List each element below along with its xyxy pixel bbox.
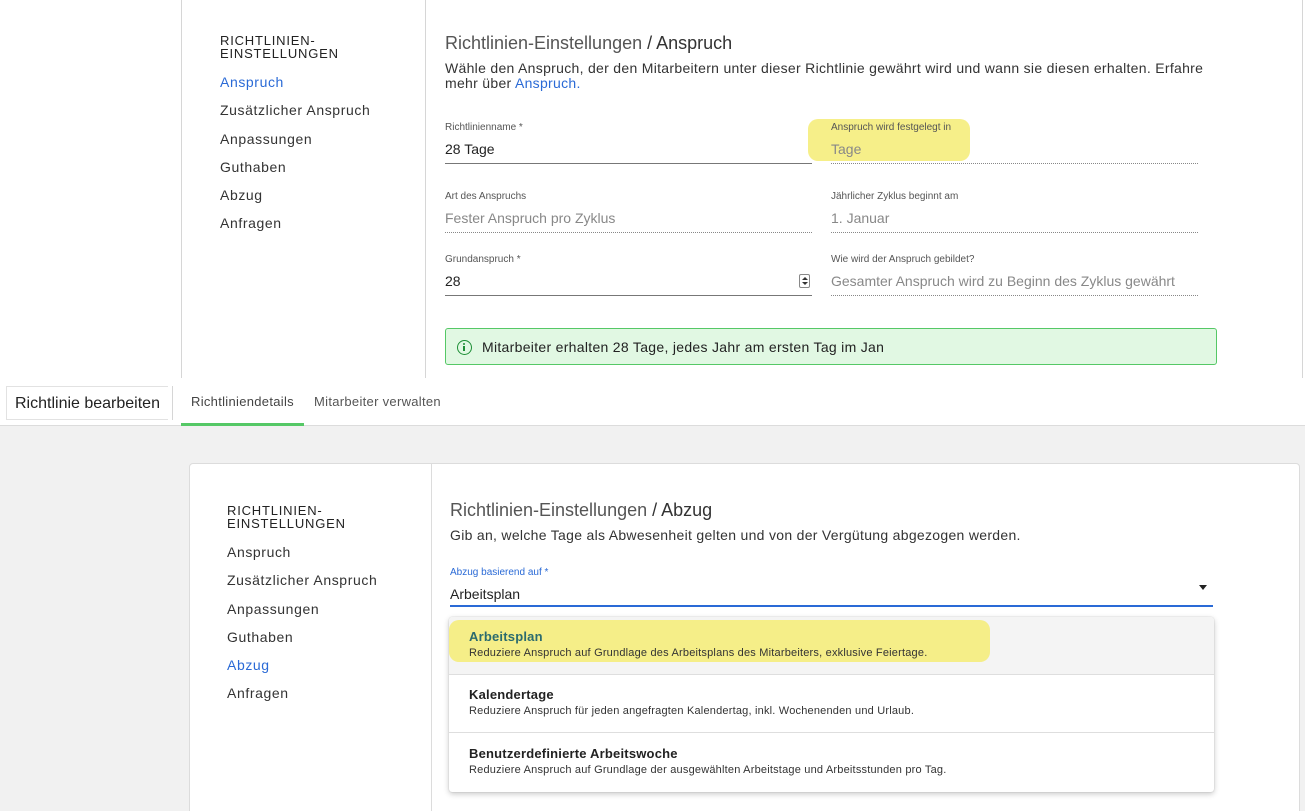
edit-policy-tabbar: Richtlinie bearbeiten Richtliniendetails… — [0, 378, 1305, 426]
option-description: Reduziere Anspruch auf Grundlage des Arb… — [469, 647, 928, 659]
entitlement-type-field: Art des Anspruchs Fester Anspruch pro Zy… — [445, 191, 812, 233]
section-description: Gib an, welche Tage als Abwesenheit gelt… — [450, 527, 1021, 543]
field-underline — [831, 163, 1198, 164]
deduction-basis-label: Abzug basierend auf * — [450, 567, 549, 578]
accrual-method-value: Gesamter Anspruch wird zu Beginn des Zyk… — [831, 273, 1175, 289]
nav-item-guthaben[interactable]: Guthaben — [227, 623, 427, 651]
nav-divider — [431, 464, 432, 811]
page-section-title: Richtlinien-Einstellungen / Abzug — [450, 500, 712, 521]
deduction-basis-value: Arbeitsplan — [450, 586, 521, 602]
deduction-basis-select[interactable]: Abzug basierend auf * Arbeitsplan — [450, 567, 1213, 607]
entitlement-type-value: Fester Anspruch pro Zyklus — [445, 210, 616, 226]
nav-item-zusaetzlicher-anspruch[interactable]: Zusätzlicher Anspruch — [220, 96, 420, 124]
field-underline-focused — [450, 605, 1213, 607]
cycle-start-field: Jährlicher Zyklus beginnt am 1. Januar — [831, 191, 1198, 233]
base-entitlement-field[interactable]: Grundanspruch * 28 — [445, 254, 812, 296]
accrual-method-label: Wie wird der Anspruch gebildet? — [831, 254, 975, 265]
entitlement-unit-label: Anspruch wird festgelegt in — [831, 122, 952, 133]
deduction-options-menu: Arbeitsplan Reduziere Anspruch auf Grund… — [449, 617, 1214, 792]
breadcrumb-current: Abzug — [661, 500, 713, 520]
tab-divider — [172, 386, 173, 420]
breadcrumb-separator: / — [642, 33, 657, 53]
option-title: Kalendertage — [469, 687, 554, 702]
entitlement-unit-value: Tage — [831, 141, 862, 157]
panel-right-border — [1302, 0, 1303, 378]
section-description: Wähle den Anspruch, der den Mitarbeitern… — [445, 61, 1205, 91]
number-stepper-icon[interactable] — [799, 274, 810, 288]
option-benutzerdefinierte-arbeitswoche[interactable]: Benutzerdefinierte Arbeitswoche Reduzier… — [449, 734, 1214, 792]
nav-item-anspruch[interactable]: Anspruch — [227, 538, 427, 566]
learn-more-link[interactable]: Anspruch. — [515, 75, 581, 91]
nav-item-anfragen[interactable]: Anfragen — [220, 209, 420, 237]
nav-item-guthaben[interactable]: Guthaben — [220, 153, 420, 181]
page-title: Richtlinie bearbeiten — [6, 386, 168, 420]
option-kalendertage[interactable]: Kalendertage Reduziere Anspruch für jede… — [449, 675, 1214, 733]
field-underline — [445, 163, 812, 164]
field-underline — [831, 232, 1198, 233]
nav-item-anfragen[interactable]: Anfragen — [227, 679, 427, 707]
nav-item-abzug[interactable]: Abzug — [220, 181, 420, 209]
alert-text: Mitarbeiter erhalten 28 Tage, jedes Jahr… — [482, 339, 885, 355]
breadcrumb-parent: Richtlinien-Einstellungen — [450, 500, 648, 520]
breadcrumb-current: Anspruch — [656, 33, 733, 53]
field-underline — [445, 295, 812, 296]
breadcrumb-separator: / — [647, 500, 662, 520]
settings-nav: RICHTLINIEN- EINSTELLUNGEN Anspruch Zusä… — [220, 34, 420, 238]
tab-richtliniendetails[interactable]: Richtliniendetails — [181, 378, 304, 426]
policy-name-value: 28 Tage — [445, 141, 495, 157]
entitlement-type-label: Art des Anspruchs — [445, 191, 527, 202]
nav-item-zusaetzlicher-anspruch[interactable]: Zusätzlicher Anspruch — [227, 566, 427, 594]
top-settings-panel: RICHTLINIEN- EINSTELLUNGEN Anspruch Zusä… — [0, 0, 1305, 378]
cycle-start-value: 1. Januar — [831, 210, 890, 226]
cycle-start-label: Jährlicher Zyklus beginnt am — [831, 191, 959, 202]
settings-nav-heading: RICHTLINIEN- EINSTELLUNGEN — [220, 33, 339, 61]
field-underline — [831, 295, 1198, 296]
settings-nav-heading: RICHTLINIEN- EINSTELLUNGEN — [227, 503, 346, 531]
nav-divider — [425, 0, 426, 378]
info-icon — [457, 340, 472, 355]
nav-item-abzug[interactable]: Abzug — [227, 651, 427, 679]
policy-name-field[interactable]: Richtlinienname * 28 Tage — [445, 122, 812, 164]
panel-left-border — [181, 0, 182, 378]
entitlement-unit-field: Anspruch wird festgelegt in Tage — [831, 122, 1198, 164]
base-entitlement-value: 28 — [445, 273, 461, 289]
nav-item-anpassungen[interactable]: Anpassungen — [220, 125, 420, 153]
settings-nav: RICHTLINIEN- EINSTELLUNGEN Anspruch Zusä… — [227, 504, 427, 708]
option-title: Arbeitsplan — [469, 629, 543, 644]
option-arbeitsplan[interactable]: Arbeitsplan Reduziere Anspruch auf Grund… — [449, 617, 1214, 675]
chevron-down-icon[interactable] — [1199, 585, 1207, 590]
entitlement-summary-alert: Mitarbeiter erhalten 28 Tage, jedes Jahr… — [445, 328, 1217, 365]
base-entitlement-label: Grundanspruch * — [445, 254, 521, 265]
option-title: Benutzerdefinierte Arbeitswoche — [469, 746, 678, 761]
accrual-method-field: Wie wird der Anspruch gebildet? Gesamter… — [831, 254, 1198, 296]
option-description: Reduziere Anspruch auf Grundlage der aus… — [469, 764, 947, 776]
breadcrumb-parent: Richtlinien-Einstellungen — [445, 33, 643, 53]
nav-item-anpassungen[interactable]: Anpassungen — [227, 595, 427, 623]
tab-mitarbeiter-verwalten[interactable]: Mitarbeiter verwalten — [304, 378, 451, 426]
page-section-title: Richtlinien-Einstellungen / Anspruch — [445, 33, 732, 54]
policy-name-label: Richtlinienname * — [445, 122, 523, 133]
field-underline — [445, 232, 812, 233]
nav-item-anspruch[interactable]: Anspruch — [220, 68, 420, 96]
option-description: Reduziere Anspruch für jeden angefragten… — [469, 705, 915, 717]
